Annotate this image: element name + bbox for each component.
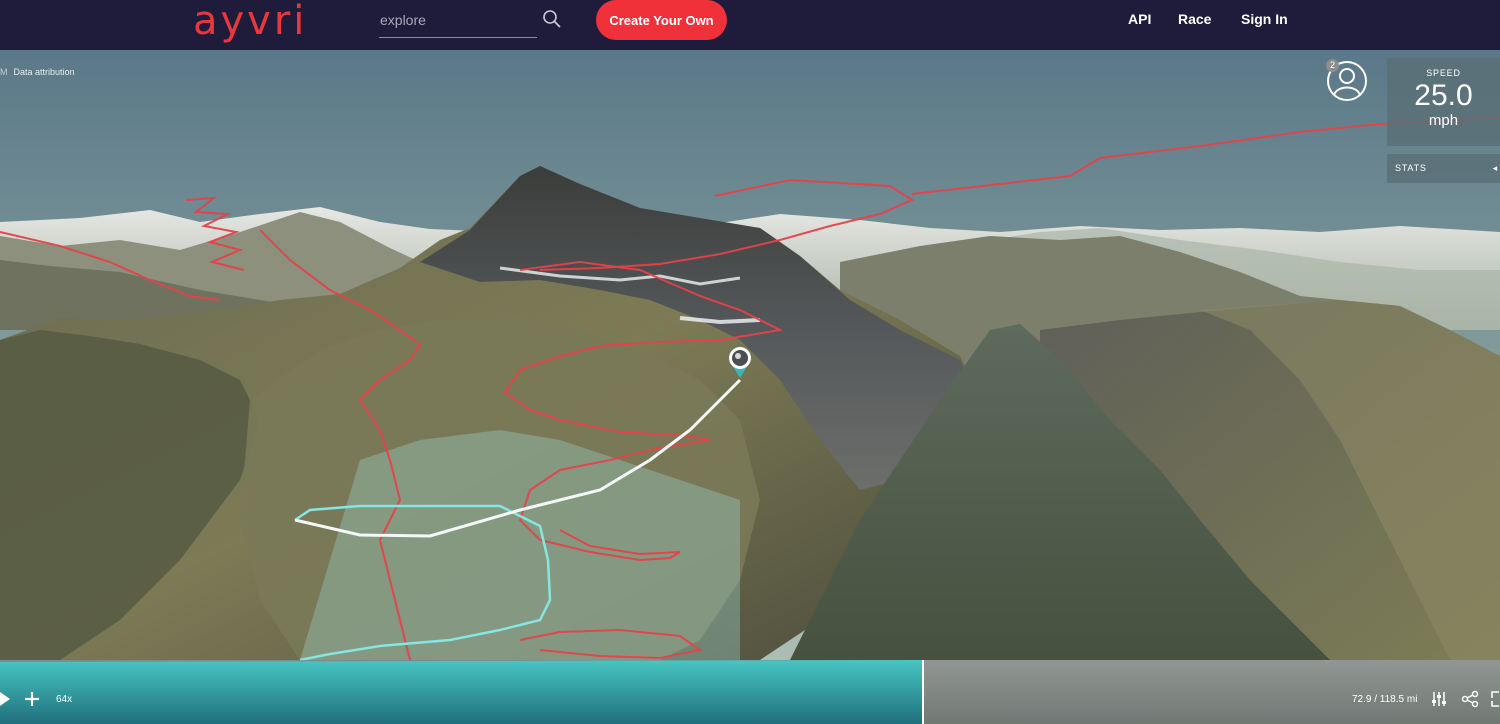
stats-toggle[interactable]: STATS ◂ [1387,154,1500,183]
ayvri-app: ayvri Create Your Own API Race Sign In [0,0,1500,724]
timeline-remaining-profile [923,636,1500,724]
playback-timeline[interactable] [0,636,1500,724]
playback-speed-multiplier[interactable]: 64x [56,694,72,705]
attribution-link[interactable]: Data attribution [14,67,75,77]
speed-label: SPEED [1426,68,1461,78]
create-your-own-button[interactable]: Create Your Own [596,0,727,40]
share-icon[interactable] [1461,690,1479,708]
search-icon[interactable] [542,9,562,29]
play-icon[interactable] [0,692,10,706]
nav-race-link[interactable]: Race [1178,11,1211,27]
timeline-progress-fill [0,660,923,724]
settings-sliders-icon[interactable] [1430,690,1448,708]
logo[interactable]: ayvri [193,0,307,42]
attribution-prefix: M [0,67,8,77]
chevron-left-icon: ◂ [1492,163,1498,173]
fullscreen-icon[interactable] [1490,690,1500,708]
search-box [379,6,537,38]
stats-label: STATS [1395,163,1427,173]
data-attribution[interactable]: M Data attribution [0,67,75,77]
terrain-render [0,50,1500,724]
plus-icon[interactable] [23,690,41,708]
map-3d-view[interactable] [0,50,1500,724]
search-input[interactable] [379,6,509,34]
nav-api-link[interactable]: API [1128,11,1151,27]
top-nav: ayvri Create Your Own API Race Sign In [0,0,1500,50]
pilot-count-badge: 2 [1326,59,1339,72]
speed-panel: SPEED 25.0 mph [1387,58,1500,146]
speed-unit: mph [1428,112,1459,129]
distance-readout: 72.9 / 118.5 mi [1352,694,1418,705]
nav-sign-in-link[interactable]: Sign In [1241,11,1288,27]
speed-value: 25.0 [1414,79,1473,112]
